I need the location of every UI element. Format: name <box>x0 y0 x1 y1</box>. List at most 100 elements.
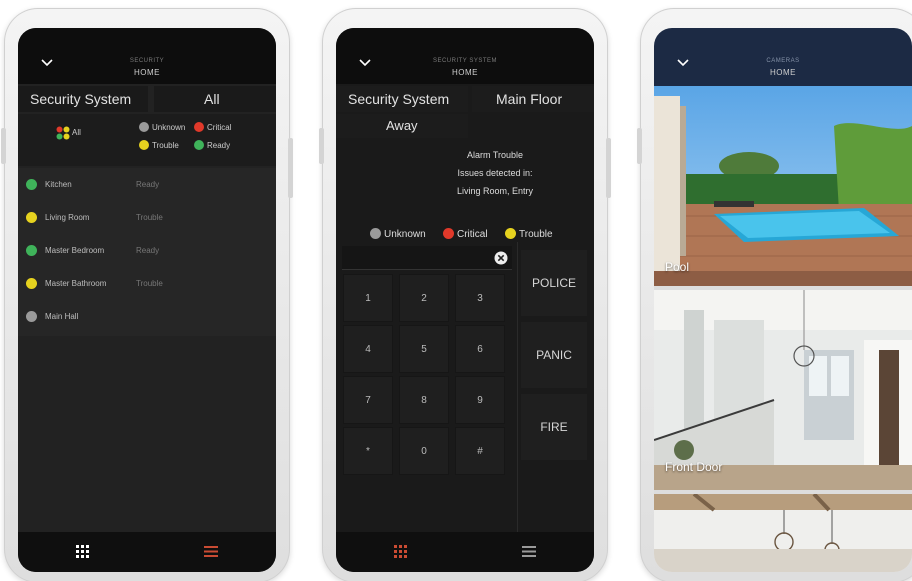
phone-cameras: CAMERAS HOME Pool Front Door <box>637 8 912 581</box>
critical-dot <box>443 228 454 239</box>
phone-security-zones: SECURITY HOME Security System All All Un… <box>1 8 293 581</box>
keypad-key-star[interactable]: * <box>343 427 393 475</box>
legend-critical: Critical <box>457 229 488 240</box>
list-item[interactable]: Master Bathroom Trouble <box>18 267 276 300</box>
zone-status-dot <box>26 212 37 223</box>
screen: SECURITY HOME Security System All All Un… <box>18 28 276 572</box>
header-title: HOME <box>134 68 160 77</box>
ready-dot <box>194 140 204 150</box>
phone-security-keypad: SECURITY SYSTEM HOME Security System Mai… <box>319 8 611 581</box>
zone-list: Kitchen Ready Living Room Trouble Master… <box>18 168 276 336</box>
keypad-grid-icon[interactable] <box>76 545 89 558</box>
arm-mode: Away <box>386 118 418 133</box>
code-entry-field[interactable] <box>342 246 512 270</box>
keypad-key-hash[interactable]: # <box>455 427 505 475</box>
keypad-key-2[interactable]: 2 <box>399 274 449 322</box>
header-category: SECURITY SYSTEM <box>432 58 498 64</box>
list-item[interactable]: Living Room Trouble <box>18 201 276 234</box>
partition-selector[interactable]: Main Floor <box>472 86 594 112</box>
unknown-dot <box>370 228 381 239</box>
partition-name: Main Floor <box>496 91 563 107</box>
camera-tile[interactable] <box>654 494 912 572</box>
zone-status: Ready <box>136 180 160 189</box>
message-line: Issues detected in: <box>457 168 533 178</box>
system-selector[interactable]: Security System <box>18 86 148 112</box>
list-icon[interactable] <box>204 546 218 557</box>
grid-dots-icon[interactable] <box>56 126 70 140</box>
zone-status-dot <box>26 179 37 190</box>
bottom-nav <box>18 532 276 572</box>
arm-mode-selector[interactable]: Away <box>336 114 468 138</box>
keypad-key-6[interactable]: 6 <box>455 325 505 373</box>
zone-name: Master Bathroom <box>45 279 107 288</box>
critical-dot <box>194 122 204 132</box>
list-item[interactable]: Main Hall <box>18 300 276 333</box>
zone-name: Master Bedroom <box>45 246 105 255</box>
message-line: Alarm Trouble <box>466 150 524 160</box>
header-bar: CAMERAS HOME <box>654 28 912 86</box>
header-title: HOME <box>770 68 796 77</box>
keypad-key-9[interactable]: 9 <box>455 376 505 424</box>
keypad-key-8[interactable]: 8 <box>399 376 449 424</box>
keypad-key-3[interactable]: 3 <box>455 274 505 322</box>
legend-trouble: Trouble <box>152 141 179 150</box>
legend-unknown: Unknown <box>384 229 426 240</box>
trouble-dot <box>139 140 149 150</box>
alarm-message: Alarm Trouble Issues detected in: Living… <box>336 144 594 200</box>
list-icon[interactable] <box>522 546 536 557</box>
zone-status-dot <box>26 245 37 256</box>
panic-button[interactable]: PANIC <box>521 322 587 388</box>
fire-button[interactable]: FIRE <box>521 394 587 460</box>
system-selector[interactable]: Security System <box>336 86 468 112</box>
side-button <box>319 128 324 164</box>
camera-label: Front Door <box>665 460 723 474</box>
header-category: SECURITY <box>129 58 165 64</box>
clear-icon[interactable] <box>494 251 508 265</box>
camera-tile[interactable]: Pool <box>654 86 912 286</box>
keypad-key-0[interactable]: 0 <box>399 427 449 475</box>
zone-status: Trouble <box>136 279 163 288</box>
legend-all[interactable]: All <box>72 128 81 137</box>
screen: CAMERAS HOME Pool Front Door <box>654 28 912 572</box>
screen: SECURITY SYSTEM HOME Security System Mai… <box>336 28 594 572</box>
header-bar: SECURITY HOME <box>18 28 276 84</box>
police-button[interactable]: POLICE <box>521 250 587 316</box>
side-button <box>606 138 611 198</box>
keypad-key-5[interactable]: 5 <box>399 325 449 373</box>
side-button <box>1 128 6 164</box>
legend-unknown: Unknown <box>152 123 186 132</box>
zone-name: Main Hall <box>45 312 79 321</box>
zone-status-dot <box>26 311 37 322</box>
legend-ready: Ready <box>207 141 231 150</box>
header-bar: SECURITY SYSTEM HOME <box>336 28 594 84</box>
zone-name: Kitchen <box>45 180 72 189</box>
keypad-grid-icon[interactable] <box>394 545 407 558</box>
trouble-dot <box>505 228 516 239</box>
filter-selector[interactable]: All <box>154 86 276 112</box>
list-item[interactable]: Master Bedroom Ready <box>18 234 276 267</box>
system-name: Security System <box>348 91 450 107</box>
zone-status: Trouble <box>136 213 163 222</box>
unknown-dot <box>139 122 149 132</box>
zone-status-dot <box>26 278 37 289</box>
keypad-key-7[interactable]: 7 <box>343 376 393 424</box>
status-legend: Unknown Critical Trouble <box>336 226 594 244</box>
zone-status: Ready <box>136 246 160 255</box>
status-legend: All Unknown Critical Trouble Ready <box>18 114 276 166</box>
keypad-key-1[interactable]: 1 <box>343 274 393 322</box>
system-name: Security System <box>30 91 132 107</box>
camera-feed-image <box>654 494 912 572</box>
list-item[interactable]: Kitchen Ready <box>18 168 276 201</box>
camera-feed-image <box>654 86 912 286</box>
header-category: CAMERAS <box>766 58 800 64</box>
legend-trouble: Trouble <box>519 229 553 240</box>
camera-tile[interactable]: Front Door <box>654 290 912 490</box>
bottom-nav <box>336 532 594 572</box>
emergency-panel <box>517 242 518 532</box>
filter-value: All <box>204 91 220 107</box>
camera-label: Pool <box>665 260 690 274</box>
side-button <box>288 138 293 198</box>
message-line: Living Room, Entry <box>456 186 534 196</box>
header-title: HOME <box>452 68 478 77</box>
keypad-key-4[interactable]: 4 <box>343 325 393 373</box>
